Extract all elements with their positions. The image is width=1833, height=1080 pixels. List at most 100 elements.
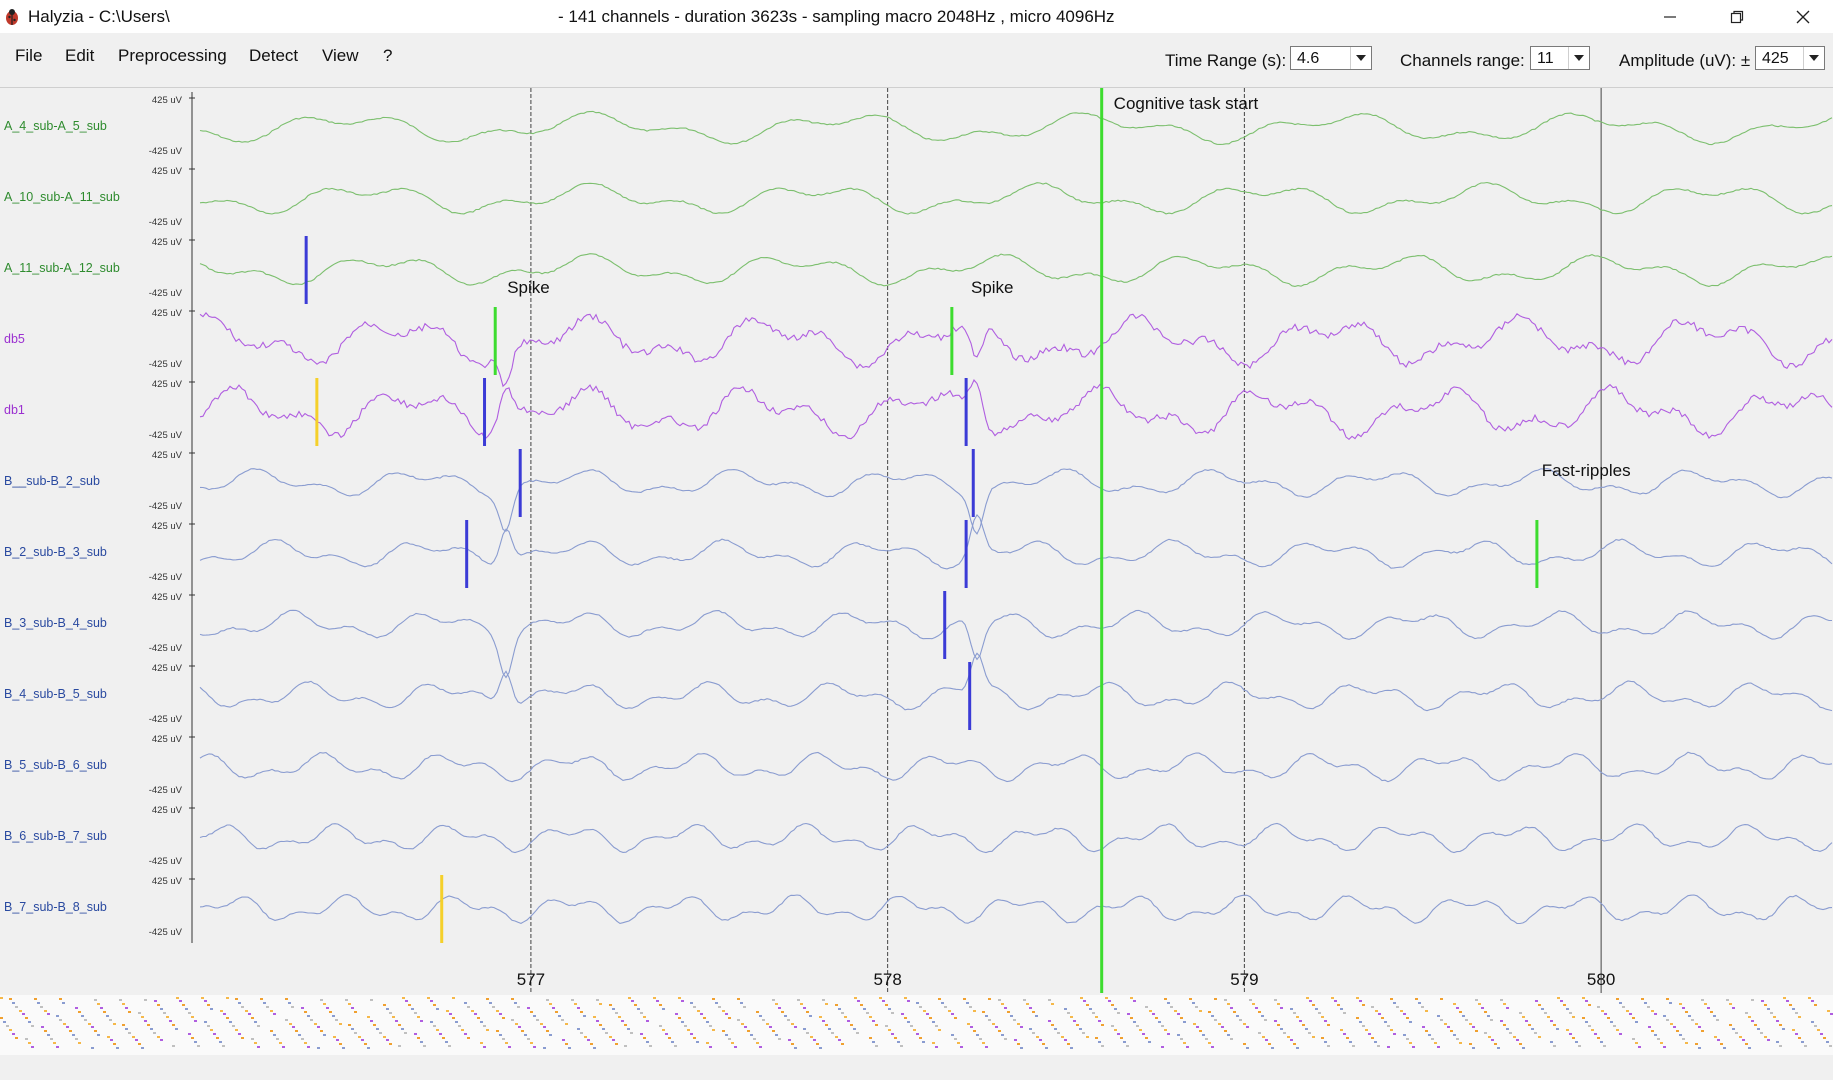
channel-trace — [199, 110, 1833, 146]
overview-event-mark — [543, 1047, 546, 1049]
chevron-down-icon[interactable] — [1568, 47, 1589, 69]
channels-range-select[interactable]: 11 — [1530, 46, 1590, 70]
overview-event-mark — [1048, 1020, 1051, 1022]
overview-event-mark — [1481, 1007, 1484, 1009]
amplitude-value: 425 — [1762, 50, 1789, 67]
event-annotation-label[interactable]: Fast-ripples — [1542, 461, 1631, 481]
overview-event-mark — [157, 1004, 160, 1006]
overview-event-mark — [549, 1034, 552, 1036]
overview-event-mark — [1145, 1037, 1148, 1039]
overview-event-mark — [923, 1010, 926, 1012]
menu-file[interactable]: File — [15, 46, 42, 66]
menu-preprocessing[interactable]: Preprocessing — [118, 46, 227, 66]
overview-event-mark — [982, 1042, 985, 1044]
close-button[interactable] — [1773, 0, 1833, 33]
event-annotation-label[interactable]: Cognitive task start — [1114, 94, 1259, 114]
overview-event-mark — [1619, 1002, 1622, 1004]
overview-event-mark — [1180, 1017, 1183, 1019]
overview-event-mark — [1475, 999, 1478, 1001]
overview-event-mark — [1356, 1017, 1359, 1019]
overview-event-mark — [1547, 1016, 1550, 1018]
overview-event-mark — [1340, 1008, 1343, 1010]
overview-event-mark — [1343, 1012, 1346, 1014]
time-range-select[interactable]: 4.6 — [1290, 46, 1372, 70]
overview-event-mark — [248, 1013, 251, 1015]
eeg-signal-plot[interactable] — [0, 88, 1833, 993]
overview-event-mark — [1114, 1008, 1117, 1010]
overview-event-mark — [91, 1047, 94, 1049]
overview-event-mark — [1701, 999, 1704, 1001]
overview-event-mark — [1070, 1047, 1073, 1049]
overview-event-mark — [408, 1004, 411, 1006]
menu-view[interactable]: View — [322, 46, 359, 66]
overview-event-mark — [775, 1003, 778, 1005]
overview-event-mark — [405, 1000, 408, 1002]
restore-button[interactable] — [1707, 0, 1767, 33]
overview-event-mark — [496, 1010, 499, 1012]
overview-event-mark — [1811, 1021, 1814, 1023]
overview-event-mark — [339, 1043, 342, 1045]
overview-event-mark — [609, 1004, 612, 1006]
overview-event-mark — [1095, 1016, 1098, 1018]
chevron-down-icon[interactable] — [1803, 47, 1824, 69]
overview-event-mark — [483, 1025, 486, 1027]
overview-event-mark — [59, 1019, 62, 1021]
overview-event-mark — [561, 1019, 564, 1021]
overview-event-mark — [1654, 1034, 1657, 1036]
amplitude-select[interactable]: 425 — [1755, 46, 1825, 70]
overview-event-mark — [144, 1020, 147, 1022]
overview-event-mark — [810, 1036, 813, 1038]
overview-event-mark — [1327, 1045, 1330, 1047]
overview-event-mark — [1393, 1033, 1396, 1035]
overview-event-mark — [461, 1029, 464, 1031]
overview-event-mark — [1293, 1012, 1296, 1014]
overview-event-mark — [94, 1030, 97, 1032]
overview-event-mark — [1503, 1024, 1506, 1026]
chevron-down-icon[interactable] — [1350, 47, 1371, 69]
recording-overview[interactable] — [0, 995, 1833, 1055]
overview-event-mark — [1014, 1039, 1017, 1041]
overview-event-mark — [1538, 1036, 1541, 1038]
overview-event-mark — [153, 1032, 156, 1034]
overview-event-mark — [417, 1037, 420, 1039]
overview-event-mark — [420, 1020, 423, 1022]
menu-help[interactable]: ? — [383, 46, 392, 66]
overview-event-mark — [1296, 1047, 1299, 1049]
menu-edit[interactable]: Edit — [65, 46, 94, 66]
overview-event-mark — [643, 1037, 646, 1039]
overview-event-mark — [489, 1002, 492, 1004]
overview-event-mark — [1783, 997, 1786, 999]
overview-event-mark — [1704, 1003, 1707, 1005]
overview-event-mark — [1126, 1045, 1129, 1047]
overview-event-mark — [1651, 1010, 1654, 1012]
overview-event-mark — [1064, 1039, 1067, 1041]
overview-event-mark — [935, 1025, 938, 1027]
overview-event-mark — [1729, 1024, 1732, 1026]
overview-event-mark — [204, 1000, 207, 1002]
overview-event-mark — [1287, 1036, 1290, 1038]
overview-event-mark — [1374, 1041, 1377, 1043]
minimize-button[interactable] — [1640, 0, 1700, 33]
overview-event-mark — [44, 1010, 47, 1012]
overview-event-mark — [361, 1039, 364, 1041]
eeg-viewer[interactable]: A_4_sub-A_5_sub 425 uV -425 uV A_10_sub-A_1… — [0, 88, 1833, 993]
overview-event-mark — [1698, 1026, 1701, 1028]
overview-event-mark — [100, 1007, 103, 1009]
overview-event-mark — [1299, 1020, 1302, 1022]
overview-event-mark — [339, 1023, 342, 1025]
overview-event-mark — [1814, 1004, 1817, 1006]
overview-event-mark — [759, 1046, 762, 1048]
overview-event-mark — [1632, 1017, 1635, 1019]
overview-event-mark — [1695, 1023, 1698, 1025]
event-annotation-label[interactable]: Spike — [971, 278, 1014, 298]
overview-event-mark — [1277, 1024, 1280, 1026]
overview-event-mark — [1669, 1002, 1672, 1004]
menu-detect[interactable]: Detect — [249, 46, 298, 66]
overview-event-mark — [1503, 1003, 1506, 1005]
overview-event-mark — [728, 1017, 731, 1019]
overview-event-mark — [1641, 998, 1644, 1000]
overview-event-mark — [718, 1006, 721, 1008]
event-annotation-label[interactable]: Spike — [507, 278, 550, 298]
overview-event-mark — [235, 1029, 238, 1031]
overview-event-mark — [1010, 1015, 1013, 1017]
